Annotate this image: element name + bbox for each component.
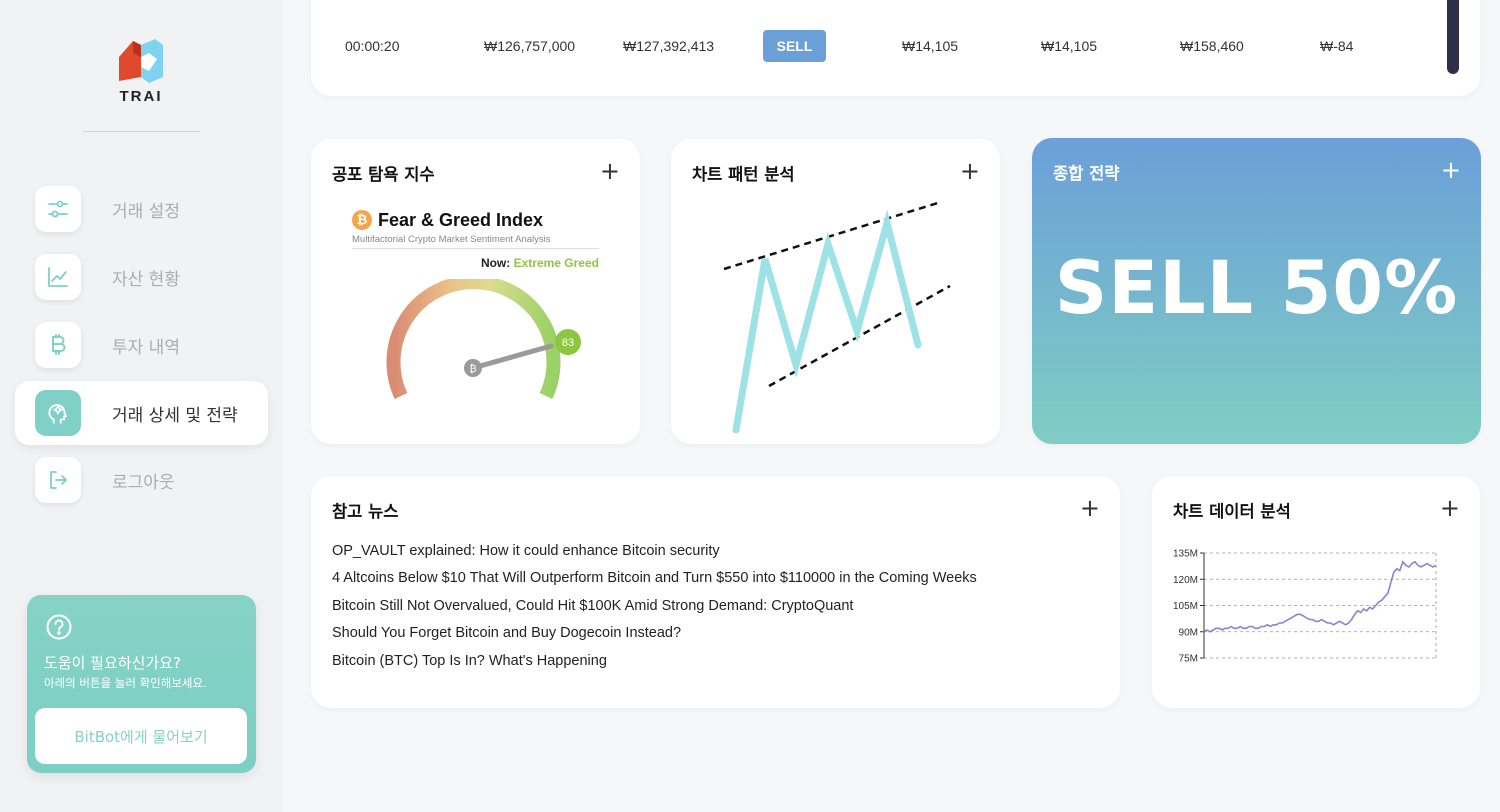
fear-greed-subheading: Multifactorial Crypto Market Sentiment A… — [352, 234, 551, 245]
trade-cell: ₩14,105 — [1041, 38, 1098, 54]
bitcoin-icon — [35, 322, 81, 368]
sidebar-item-trade-detail[interactable]: 거래 상세 및 전략 — [15, 381, 268, 445]
question-circle-icon — [46, 614, 72, 640]
y-tick-label: 135M — [1173, 549, 1198, 560]
sidebar-item-logout[interactable]: 로그아웃 — [15, 448, 268, 512]
card-title: 참고 뉴스 — [332, 502, 399, 521]
sidebar-item-label: 로그아웃 — [112, 472, 175, 493]
trade-cell: ₩127,392,413 — [623, 38, 715, 54]
trai-logo — [119, 39, 163, 83]
expand-plus-icon[interactable]: + — [1080, 496, 1100, 520]
fear-greed-gauge: ₿ 83 — [386, 279, 581, 399]
expand-plus-icon[interactable]: + — [600, 159, 620, 183]
sidebar-item-assets[interactable]: 자산 현황 — [15, 245, 268, 309]
chart-pattern-card: 차트 패턴 분석 + — [671, 139, 1000, 444]
brain-head-icon — [35, 390, 81, 436]
trade-cell: ₩158,460 — [1180, 38, 1244, 54]
svg-text:₿: ₿ — [469, 363, 476, 375]
news-link[interactable]: Should You Forget Bitcoin and Buy Dogeco… — [332, 624, 977, 651]
sidebar: TRAI 거래 설정 자산 현황 투자 내역 거래 상세 및 전략 로그아웃 도… — [0, 0, 283, 812]
trade-cell: ₩-84 — [1320, 38, 1354, 54]
news-list: OP_VAULT explained: How it could enhance… — [332, 542, 977, 679]
y-tick-label: 75M — [1179, 654, 1198, 665]
sidebar-divider — [83, 131, 200, 132]
expand-plus-icon[interactable]: + — [1440, 496, 1460, 520]
bitcoin-icon: ₿ — [352, 210, 372, 230]
sidebar-item-label: 투자 내역 — [112, 337, 180, 358]
news-link[interactable]: Bitcoin (BTC) Top Is In? What's Happenin… — [332, 652, 977, 679]
line-chart-icon — [35, 254, 81, 300]
sidebar-item-history[interactable]: 투자 내역 — [15, 313, 268, 377]
y-tick-label: 120M — [1173, 575, 1198, 586]
sidebar-item-label: 거래 설정 — [112, 201, 180, 222]
news-link[interactable]: 4 Altcoins Below $10 That Will Outperfor… — [332, 569, 977, 596]
trade-cell: ₩126,757,000 — [484, 38, 576, 54]
fear-greed-heading: Fear & Greed Index — [378, 210, 544, 230]
news-link[interactable]: Bitcoin Still Not Overvalued, Could Hit … — [332, 597, 977, 624]
sliders-icon — [35, 186, 81, 232]
sidebar-item-label: 자산 현황 — [112, 269, 180, 290]
help-subtitle: 아래의 버튼을 눌러 확인해보세요. — [44, 676, 207, 690]
divider — [352, 248, 599, 249]
trade-cell: ₩14,105 — [902, 38, 959, 54]
fear-greed-card: 공포 탐욕 지수 + ₿ Fear & Greed Index Multifac… — [311, 139, 640, 444]
card-title: 차트 데이터 분석 — [1173, 502, 1291, 521]
table-row: 00:00:20 ₩126,757,000 ₩127,392,413 SELL … — [311, 0, 1480, 96]
sidebar-item-trade-settings[interactable]: 거래 설정 — [15, 177, 268, 241]
y-tick-label: 105M — [1173, 601, 1198, 612]
news-card: 참고 뉴스 + OP_VAULT explained: How it could… — [311, 476, 1120, 708]
chart-data-card: 차트 데이터 분석 + 135M 120M 105M 90M 75M — [1152, 476, 1480, 708]
price-series-line — [1203, 560, 1437, 633]
help-card: 도움이 필요하신가요? 아래의 버튼을 눌러 확인해보세요. BitBot에게 … — [27, 595, 256, 773]
y-tick-label: 90M — [1179, 627, 1198, 638]
card-title: 공포 탐욕 지수 — [332, 165, 435, 184]
news-link[interactable]: OP_VAULT explained: How it could enhance… — [332, 542, 977, 569]
fear-greed-score: 83 — [562, 337, 574, 349]
ask-bitbot-button[interactable]: BitBot에게 물어보기 — [35, 708, 247, 764]
help-title: 도움이 필요하신가요? — [44, 654, 181, 672]
trade-table-card: 00:00:20 ₩126,757,000 ₩127,392,413 SELL … — [311, 0, 1480, 96]
trade-time: 00:00:20 — [345, 38, 400, 54]
strategy-card: 종합 전략 + SELL 50% — [1032, 138, 1481, 444]
sidebar-item-label: 거래 상세 및 전략 — [112, 405, 238, 426]
table-scrollbar[interactable] — [1447, 0, 1459, 74]
expand-plus-icon[interactable]: + — [1441, 158, 1461, 182]
strategy-value: SELL 50% — [1054, 246, 1459, 331]
sell-badge: SELL — [763, 30, 826, 62]
fear-greed-now: Now: Extreme Greed — [480, 256, 599, 270]
rising-wedge-diagram — [723, 200, 951, 434]
logout-icon — [35, 457, 81, 503]
brand-name: TRAI — [119, 88, 163, 105]
card-title: 종합 전략 — [1053, 164, 1120, 183]
price-line-chart: 135M 120M 105M 90M 75M — [1173, 549, 1437, 665]
